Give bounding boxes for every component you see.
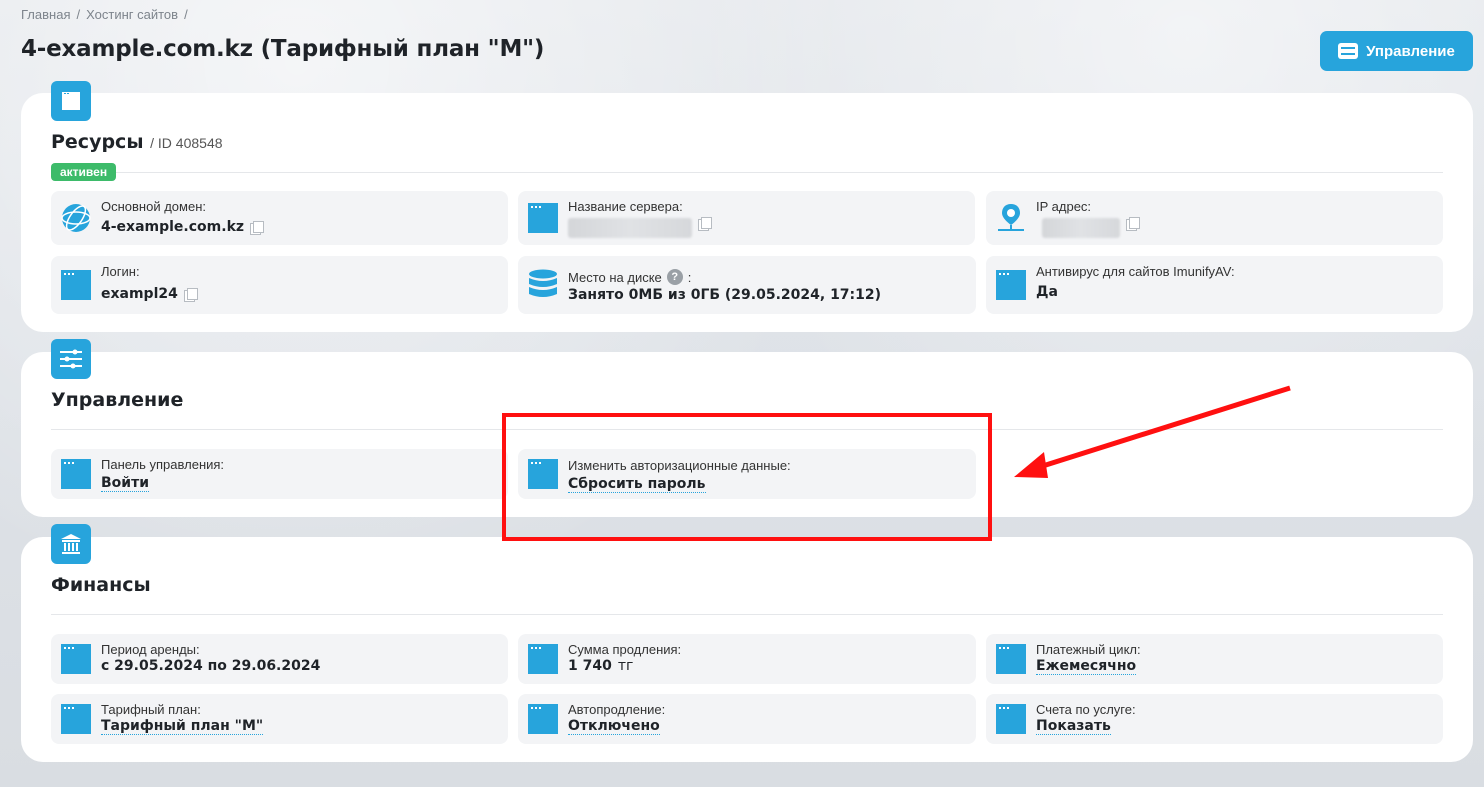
page-title: 4-example.com.kz (Тарифный план "M") bbox=[21, 36, 545, 62]
field-label: Логин: bbox=[101, 264, 140, 279]
breadcrumb: Главная / Хостинг сайтов / bbox=[21, 7, 188, 22]
window-icon bbox=[528, 644, 558, 674]
field-label: IP адрес: bbox=[1036, 199, 1092, 214]
window-icon bbox=[61, 270, 91, 300]
field-tariff-plan: Тарифный план: Тарифный план "M" bbox=[51, 694, 508, 744]
show-invoices-link[interactable]: Показать bbox=[1036, 718, 1111, 735]
field-label: Антивирус для сайтов ImunifyAV: bbox=[1036, 264, 1235, 279]
field-label: Платежный цикл: bbox=[1036, 642, 1141, 657]
field-label: Основной домен: bbox=[101, 199, 206, 214]
window-icon bbox=[528, 704, 558, 734]
field-value: Да bbox=[1036, 284, 1058, 300]
field-payment-cycle: Платежный цикл: Ежемесячно bbox=[986, 634, 1443, 684]
globe-icon bbox=[61, 203, 91, 233]
bank-icon bbox=[51, 524, 91, 564]
payment-cycle-link[interactable]: Ежемесячно bbox=[1036, 658, 1137, 675]
field-ip: IP адрес: bbox=[986, 191, 1443, 245]
field-label: Название сервера: bbox=[568, 199, 683, 214]
field-label: Панель управления: bbox=[101, 457, 225, 472]
divider bbox=[51, 614, 1443, 615]
field-rental-period: Период аренды: с 29.05.2024 по 29.06.202… bbox=[51, 634, 508, 684]
tariff-plan-link[interactable]: Тарифный план "M" bbox=[101, 718, 264, 735]
resources-card: Ресурсы / ID 408548 активен Основной дом… bbox=[21, 81, 1473, 332]
field-label: Сумма продления: bbox=[568, 642, 682, 657]
field-invoices: Счета по услуге: Показать bbox=[986, 694, 1443, 744]
field-label: Счета по услуге: bbox=[1036, 702, 1136, 717]
highlight-box bbox=[502, 413, 992, 541]
field-antivirus: Антивирус для сайтов ImunifyAV: Да bbox=[986, 256, 1443, 314]
window-icon bbox=[528, 203, 558, 233]
copy-icon[interactable] bbox=[250, 221, 265, 235]
sliders-icon bbox=[1338, 43, 1359, 59]
help-icon[interactable]: ? bbox=[666, 269, 683, 285]
manage-button[interactable]: Управление bbox=[1320, 31, 1473, 71]
copy-icon[interactable] bbox=[183, 288, 198, 302]
field-control-panel: Панель управления: Войти bbox=[51, 449, 508, 499]
field-label: Тарифный план: bbox=[101, 702, 201, 717]
divider bbox=[51, 172, 1443, 173]
field-renewal-sum: Сумма продления: 1 740 тг bbox=[518, 634, 976, 684]
redacted-value bbox=[568, 218, 692, 238]
field-value: exampl24 bbox=[101, 286, 198, 302]
window-icon bbox=[996, 644, 1026, 674]
management-title: Управление bbox=[51, 389, 184, 411]
breadcrumb-hosting[interactable]: Хостинг сайтов bbox=[86, 7, 178, 22]
field-label: Период аренды: bbox=[101, 642, 200, 657]
redacted-value bbox=[1042, 218, 1120, 238]
finance-title: Финансы bbox=[51, 574, 151, 596]
field-label: Место на диске ? : bbox=[568, 269, 692, 285]
field-label: Автопродление: bbox=[568, 702, 666, 717]
field-autorenew: Автопродление: Отключено bbox=[518, 694, 976, 744]
resources-id: / ID 408548 bbox=[150, 135, 223, 151]
breadcrumb-home[interactable]: Главная bbox=[21, 7, 70, 22]
window-icon bbox=[996, 704, 1026, 734]
field-value: 1 740 тг bbox=[568, 658, 634, 674]
field-value bbox=[568, 217, 712, 238]
copy-icon[interactable] bbox=[698, 217, 712, 231]
field-value: с 29.05.2024 по 29.06.2024 bbox=[101, 658, 321, 674]
field-value: Занято 0МБ из 0ГБ (29.05.2024, 17:12) bbox=[568, 287, 882, 303]
field-value: 4-example.com.kz bbox=[101, 219, 265, 235]
window-icon bbox=[61, 704, 91, 734]
field-value bbox=[1042, 217, 1140, 238]
window-icon bbox=[61, 644, 91, 674]
status-badge: активен bbox=[51, 163, 117, 181]
window-icon bbox=[996, 270, 1026, 300]
manage-button-label: Управление bbox=[1366, 42, 1455, 60]
login-link[interactable]: Войти bbox=[101, 475, 150, 492]
sliders-icon bbox=[51, 339, 91, 379]
location-server-icon bbox=[996, 203, 1026, 233]
window-icon bbox=[51, 81, 91, 121]
arrow-icon bbox=[1014, 385, 1291, 478]
field-main-domain: Основной домен: 4-example.com.kz bbox=[51, 191, 508, 245]
field-server-name: Название сервера: bbox=[518, 191, 975, 245]
resources-title: Ресурсы / ID 408548 bbox=[51, 131, 223, 153]
finance-card: Финансы Период аренды: с 29.05.2024 по 2… bbox=[21, 524, 1473, 762]
autorenew-link[interactable]: Отключено bbox=[568, 718, 660, 735]
field-disk: Место на диске ? : Занято 0МБ из 0ГБ (29… bbox=[518, 256, 976, 314]
copy-icon[interactable] bbox=[1126, 217, 1140, 231]
window-icon bbox=[61, 459, 91, 489]
database-icon bbox=[528, 269, 558, 299]
field-login: Логин: exampl24 bbox=[51, 256, 508, 314]
